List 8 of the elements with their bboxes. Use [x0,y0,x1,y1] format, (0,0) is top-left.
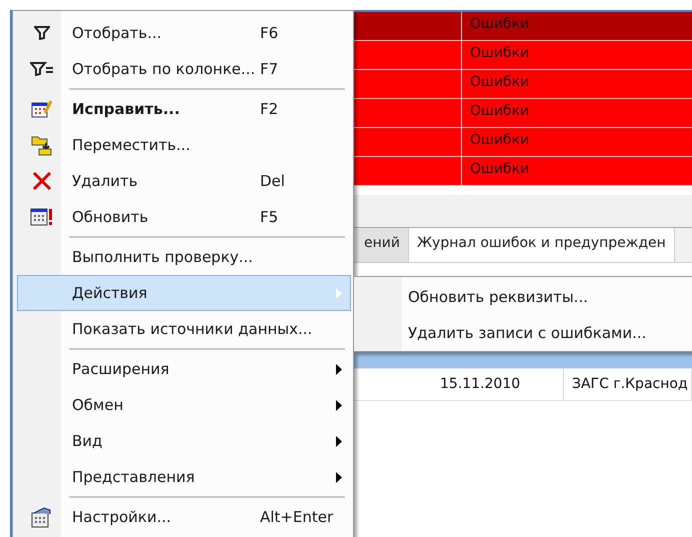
table-cell-text: Ошибки [469,102,530,121]
table-cell-text: Ошибки [469,160,530,179]
table-cell-text: Ошибки [469,73,530,92]
table-cell: ЗАГС г.Краснод [564,369,692,400]
table-cell-text: Ошибки [469,15,530,34]
table-cell-text: Ошибки [469,131,530,150]
table-cell-text: Ошибки [469,44,530,63]
table-cell: 15.11.2010 [432,369,564,400]
